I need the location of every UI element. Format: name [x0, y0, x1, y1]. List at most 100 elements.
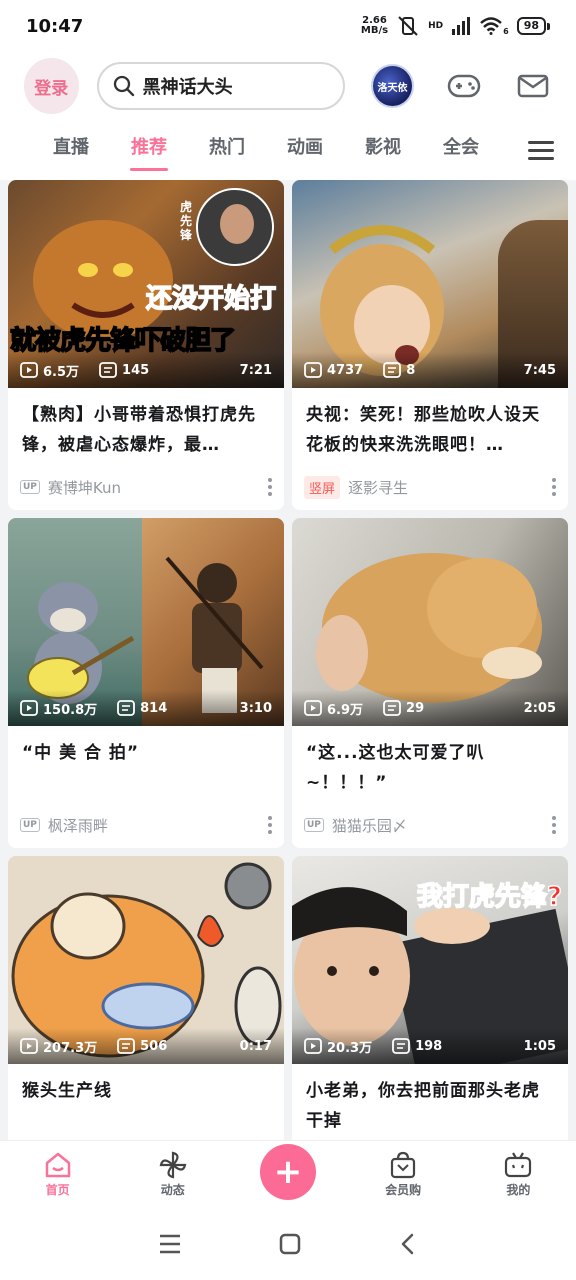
video-thumbnail: 150.8万 814 3:10: [8, 518, 284, 726]
tab-anime[interactable]: 动画: [266, 133, 344, 167]
more-options-button[interactable]: [552, 816, 556, 834]
shopping-bag-icon: [391, 1151, 416, 1179]
hd-label: HD: [428, 21, 444, 31]
up-badge: UP: [304, 818, 324, 832]
view-count: 4737: [327, 362, 364, 378]
signal-icon: [452, 17, 471, 35]
video-duration: 2:05: [523, 700, 556, 716]
up-badge: UP: [20, 480, 40, 494]
card-footer: UP 猫猫乐园〆: [292, 804, 568, 846]
tab-quanhui[interactable]: 全会: [422, 133, 500, 167]
messages-button[interactable]: [513, 66, 552, 106]
search-input[interactable]: 黑神话大头: [96, 62, 346, 110]
nav-publish[interactable]: +: [243, 1143, 333, 1200]
danmaku-count: 506: [140, 1038, 168, 1054]
view-count: 6.5万: [43, 364, 80, 380]
card-footer: UP 枫泽雨畔: [8, 804, 284, 846]
tab-hot[interactable]: 热门: [188, 133, 266, 167]
danmaku-icon: [392, 1038, 410, 1054]
danmaku-count: 8: [406, 362, 416, 378]
danmaku-icon: [117, 700, 136, 716]
promo-avatar[interactable]: 洛天依: [371, 64, 415, 108]
login-button[interactable]: 登录: [24, 58, 79, 114]
video-stats: 207.3万 506 0:17: [8, 1028, 284, 1064]
author-name[interactable]: 枫泽雨畔: [48, 815, 108, 836]
author-name[interactable]: 猫猫乐园〆: [332, 815, 407, 836]
top-header: 登录 黑神话大头 洛天依: [0, 52, 576, 120]
video-thumbnail: 207.3万 506 0:17: [8, 856, 284, 1064]
video-title: 央视：笑死！那些尬吹人设天花板的快来洗洗眼吧！…: [306, 405, 540, 455]
danmaku-icon: [99, 362, 117, 378]
back-icon[interactable]: [398, 1232, 418, 1256]
recent-apps-icon[interactable]: [158, 1233, 182, 1255]
bottom-navigation: 首页 动态 + 会员购 我的: [0, 1140, 576, 1208]
tv-icon: [505, 1152, 532, 1178]
video-card[interactable]: 4737 8 7:45 央视：笑死！那些尬吹人设天花板的快来洗洗眼吧！… 竖屏 …: [292, 180, 568, 510]
up-badge: UP: [20, 818, 40, 832]
danmaku-count: 198: [415, 1038, 443, 1054]
play-count-icon: [20, 1038, 38, 1054]
play-count-icon: [304, 1038, 322, 1054]
battery-indicator: 98: [516, 17, 546, 35]
video-stats: 20.3万 198 1:05: [292, 1028, 568, 1064]
video-title: 猴头生产线: [22, 1081, 112, 1101]
video-card[interactable]: 150.8万 814 3:10 “中 美 合 拍” UP 枫泽雨畔: [8, 518, 284, 848]
view-count: 207.3万: [43, 1040, 98, 1056]
system-navigation: [0, 1208, 576, 1280]
video-stats: 150.8万 814 3:10: [8, 690, 284, 726]
author-name[interactable]: 逐影寻生: [348, 477, 408, 498]
video-card[interactable]: 6.9万 29 2:05 “这...这也太可爱了叭~！！！” UP 猫猫乐园〆: [292, 518, 568, 848]
play-count-icon: [20, 700, 38, 716]
streamer-avatar: [196, 188, 274, 266]
card-footer: 竖屏 逐影寻生: [292, 466, 568, 508]
play-count-icon: [20, 362, 38, 378]
video-title: 【熟肉】小哥带着恐惧打虎先锋，被虐心态爆炸，最…: [22, 405, 256, 455]
view-count: 6.9万: [327, 702, 364, 718]
tab-live[interactable]: 直播: [32, 133, 110, 167]
video-duration: 0:17: [239, 1038, 272, 1054]
video-stats: 6.9万 29 2:05: [292, 690, 568, 726]
video-card[interactable]: 虎先锋 还没开始打 就被虎先锋吓破胆了 6.5万 145 7:21 【熟肉】小哥…: [8, 180, 284, 510]
video-card[interactable]: 207.3万 506 0:17 猴头生产线: [8, 856, 284, 1146]
tab-menu-button[interactable]: [528, 136, 554, 165]
battery-tip: [547, 22, 550, 30]
nav-dynamic[interactable]: 动态: [128, 1151, 218, 1198]
tab-movies[interactable]: 影视: [344, 133, 422, 167]
network-speed: 2.66 MB/s: [360, 15, 389, 36]
video-duration: 3:10: [239, 700, 272, 716]
more-options-button[interactable]: [268, 816, 272, 834]
video-stats: 4737 8 7:45: [292, 352, 568, 388]
danmaku-icon: [117, 1038, 136, 1054]
mail-icon: [517, 74, 548, 98]
overlay-line-1: 我打虎先锋?: [416, 881, 563, 913]
search-icon: [113, 75, 134, 97]
danmaku-count: 29: [406, 700, 425, 716]
video-card[interactable]: 我打虎先锋? 20.3万 198 1:05 小老弟，你去把前面那头老虎干掉: [292, 856, 568, 1146]
video-duration: 7:45: [523, 362, 556, 378]
home-icon: [45, 1152, 70, 1178]
danmaku-count: 145: [122, 362, 150, 378]
nav-home[interactable]: 首页: [13, 1151, 103, 1198]
plus-icon[interactable]: +: [259, 1143, 316, 1200]
wifi-icon: [480, 17, 502, 35]
danmaku-icon: [383, 700, 401, 716]
card-footer: UP 赛博坤Kun: [8, 466, 284, 508]
wifi-gen-label: 6: [503, 26, 509, 36]
status-indicators: 2.66 MB/s HD 6 98: [361, 15, 550, 37]
overlay-line-1: 还没开始打: [145, 283, 277, 315]
more-options-button[interactable]: [552, 478, 556, 496]
game-center-button[interactable]: [444, 66, 483, 106]
author-name[interactable]: 赛博坤Kun: [48, 477, 121, 498]
nav-mine[interactable]: 我的: [473, 1151, 563, 1198]
view-count: 20.3万: [327, 1040, 373, 1056]
video-duration: 7:21: [239, 362, 272, 378]
more-options-button[interactable]: [268, 478, 272, 496]
category-tabs: 直播 推荐 热门 动画 影视 全会: [0, 120, 576, 180]
nav-mall[interactable]: 会员购: [358, 1151, 448, 1198]
home-system-icon[interactable]: [278, 1232, 302, 1256]
danmaku-icon: [383, 362, 402, 378]
status-time: 10:47: [26, 15, 84, 37]
view-count: 150.8万: [43, 702, 98, 718]
tab-recommend[interactable]: 推荐: [110, 133, 188, 171]
status-bar: 10:47 2.66 MB/s HD 6 98: [0, 0, 576, 52]
